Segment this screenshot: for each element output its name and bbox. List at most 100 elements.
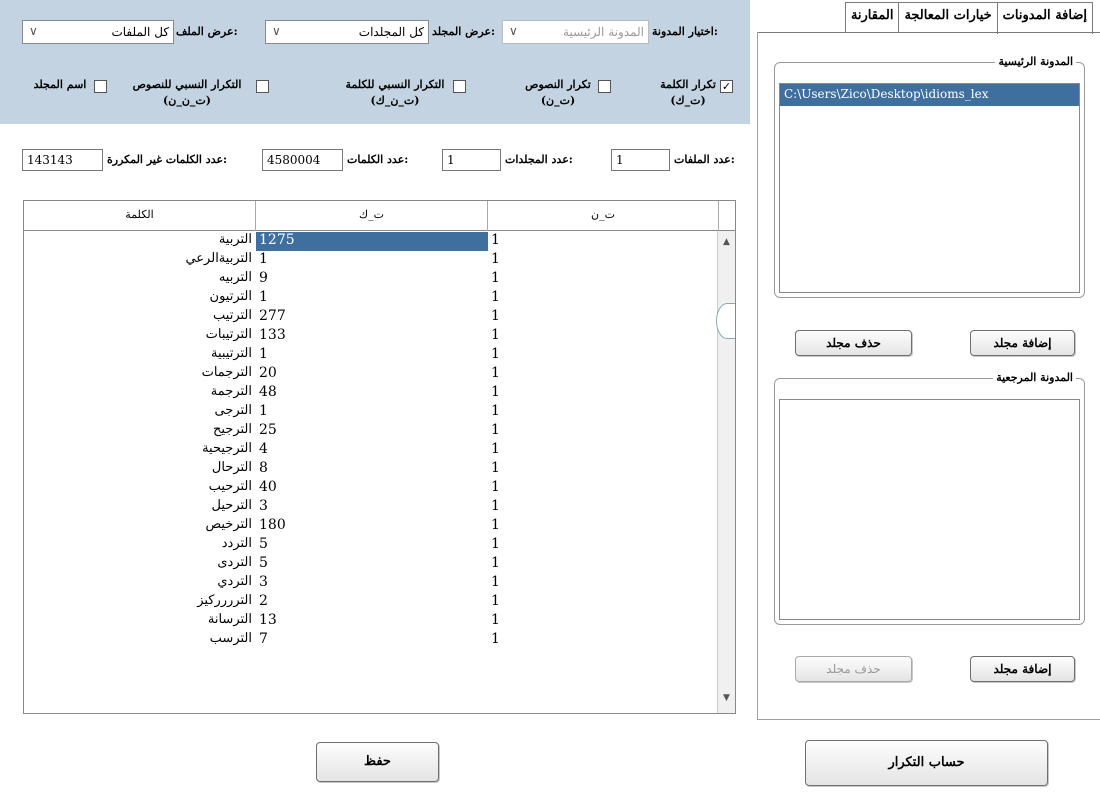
table-row[interactable]: الترتيبات 133 1	[24, 327, 719, 346]
cell-text-frequency[interactable]: 1	[488, 327, 719, 346]
table-row[interactable]: الترخيص 180 1	[24, 517, 719, 536]
cell-word-frequency[interactable]: 9	[256, 270, 488, 289]
cell-text-frequency[interactable]: 1	[488, 232, 719, 251]
cell-text-frequency[interactable]: 1	[488, 479, 719, 498]
table-row[interactable]: الترررركيز 2 1	[24, 593, 719, 612]
cell-word-frequency[interactable]: 3	[256, 574, 488, 593]
word-frequency-checkbox[interactable]: ✓	[720, 80, 733, 93]
cell-word-frequency[interactable]: 5	[256, 555, 488, 574]
cell-word[interactable]: التردي	[24, 574, 256, 593]
table-row[interactable]: الترحال 8 1	[24, 460, 719, 479]
table-row[interactable]: الترحيل 3 1	[24, 498, 719, 517]
table-row[interactable]: الترسانة 13 1	[24, 612, 719, 631]
cell-word-frequency[interactable]: 1	[256, 346, 488, 365]
table-row[interactable]: الترجمة 48 1	[24, 384, 719, 403]
cell-word[interactable]: الترسب	[24, 631, 256, 650]
cell-text-frequency[interactable]: 1	[488, 365, 719, 384]
corpus-select[interactable]: المدونة الرئيسية ∨	[502, 20, 649, 44]
cell-text-frequency[interactable]: 1	[488, 289, 719, 308]
cell-text-frequency[interactable]: 1	[488, 498, 719, 517]
cell-word-frequency[interactable]: 5	[256, 536, 488, 555]
cell-word-frequency[interactable]: 8	[256, 460, 488, 479]
cell-text-frequency[interactable]: 1	[488, 422, 719, 441]
cell-text-frequency[interactable]: 1	[488, 574, 719, 593]
column-header-word-frequency[interactable]: ت_ك	[256, 201, 488, 231]
cell-text-frequency[interactable]: 1	[488, 270, 719, 289]
cell-word-frequency[interactable]: 2	[256, 593, 488, 612]
scroll-up-icon[interactable]: ▲	[718, 237, 735, 253]
table-row[interactable]: التردد 5 1	[24, 536, 719, 555]
scrollbar-thumb[interactable]	[716, 303, 735, 339]
table-row[interactable]: الترجمات 20 1	[24, 365, 719, 384]
cell-word[interactable]: الترحيب	[24, 479, 256, 498]
table-row[interactable]: الترسب 7 1	[24, 631, 719, 650]
cell-word[interactable]: التربيةالرعي	[24, 251, 256, 270]
cell-text-frequency[interactable]: 1	[488, 384, 719, 403]
cell-word[interactable]: التردد	[24, 536, 256, 555]
cell-text-frequency[interactable]: 1	[488, 308, 719, 327]
cell-word[interactable]: الترجى	[24, 403, 256, 422]
cell-word-frequency[interactable]: 13	[256, 612, 488, 631]
cell-text-frequency[interactable]: 1	[488, 441, 719, 460]
cell-text-frequency[interactable]: 1	[488, 517, 719, 536]
table-row[interactable]: الترجيح 25 1	[24, 422, 719, 441]
table-row[interactable]: التردى 5 1	[24, 555, 719, 574]
main-corpus-item[interactable]: C:\Users\Zico\Desktop\idioms_lex	[780, 84, 1079, 106]
cell-word-frequency[interactable]: 7	[256, 631, 488, 650]
table-row[interactable]: التربيه 9 1	[24, 270, 719, 289]
table-row[interactable]: الترتيون 1 1	[24, 289, 719, 308]
table-row[interactable]: الترحيب 40 1	[24, 479, 719, 498]
cell-text-frequency[interactable]: 1	[488, 251, 719, 270]
table-row[interactable]: الترجيحية 4 1	[24, 441, 719, 460]
cell-word[interactable]: الترسانة	[24, 612, 256, 631]
table-row[interactable]: التربية 1275 1	[24, 232, 719, 251]
cell-word-frequency[interactable]: 1	[256, 289, 488, 308]
reference-remove-folder-button[interactable]: حذف مجلد	[795, 656, 912, 682]
save-button[interactable]: حفظ	[316, 742, 439, 782]
cell-text-frequency[interactable]: 1	[488, 536, 719, 555]
relative-text-frequency-checkbox[interactable]	[256, 80, 269, 93]
cell-word[interactable]: الترتيون	[24, 289, 256, 308]
main-add-folder-button[interactable]: إضافة مجلد	[970, 330, 1075, 356]
cell-text-frequency[interactable]: 1	[488, 631, 719, 650]
cell-word[interactable]: الترخيص	[24, 517, 256, 536]
cell-word-frequency[interactable]: 20	[256, 365, 488, 384]
column-header-word[interactable]: الكلمة	[24, 201, 256, 231]
cell-text-frequency[interactable]: 1	[488, 460, 719, 479]
cell-word-frequency[interactable]: 180	[256, 517, 488, 536]
cell-text-frequency[interactable]: 1	[488, 346, 719, 365]
cell-word-frequency[interactable]: 48	[256, 384, 488, 403]
tab-processing-options[interactable]: خيارات المعالجة	[898, 2, 998, 32]
table-row[interactable]: الترجى 1 1	[24, 403, 719, 422]
relative-word-frequency-checkbox[interactable]	[453, 80, 466, 93]
table-scrollbar[interactable]: ▲ ▼	[716, 231, 735, 713]
main-remove-folder-button[interactable]: حذف مجلد	[795, 330, 912, 356]
cell-word[interactable]: التربية	[24, 232, 256, 251]
cell-word[interactable]: الترتيب	[24, 308, 256, 327]
cell-word[interactable]: الترحيل	[24, 498, 256, 517]
cell-word-frequency[interactable]: 25	[256, 422, 488, 441]
cell-word[interactable]: التردى	[24, 555, 256, 574]
cell-word[interactable]: الترحال	[24, 460, 256, 479]
main-corpus-list[interactable]: C:\Users\Zico\Desktop\idioms_lex	[779, 83, 1080, 293]
table-row[interactable]: الترتيب 277 1	[24, 308, 719, 327]
text-frequency-checkbox[interactable]	[598, 80, 611, 93]
compute-frequency-button[interactable]: حساب التكرار	[805, 740, 1048, 786]
cell-text-frequency[interactable]: 1	[488, 593, 719, 612]
reference-corpus-list[interactable]	[779, 399, 1080, 620]
tab-comparison[interactable]: المقارنة	[844, 2, 900, 32]
cell-text-frequency[interactable]: 1	[488, 555, 719, 574]
cell-word-frequency[interactable]: 133	[256, 327, 488, 346]
folder-view-select[interactable]: كل المجلدات ∨	[265, 20, 429, 44]
cell-word-frequency[interactable]: 4	[256, 441, 488, 460]
cell-word[interactable]: الترررركيز	[24, 593, 256, 612]
column-header-text-frequency[interactable]: ت_ن	[488, 201, 719, 231]
scroll-down-icon[interactable]: ▼	[718, 693, 735, 709]
cell-word[interactable]: الترجمة	[24, 384, 256, 403]
frequency-table[interactable]: الكلمة ت_ك ت_ن التربية 1275 1 التربيةالرعي 1…	[23, 200, 736, 714]
cell-text-frequency[interactable]: 1	[488, 612, 719, 631]
cell-text-frequency[interactable]: 1	[488, 403, 719, 422]
cell-word[interactable]: الترتيبات	[24, 327, 256, 346]
cell-word-frequency[interactable]: 3	[256, 498, 488, 517]
file-view-select[interactable]: كل الملفات ∨	[22, 20, 174, 44]
